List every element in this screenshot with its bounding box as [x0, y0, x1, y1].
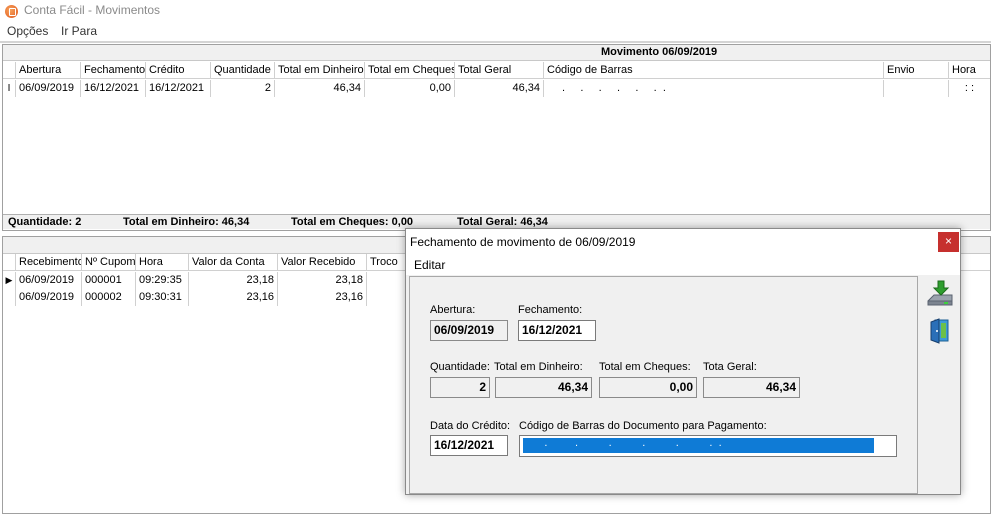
- cell-quantidade[interactable]: 2: [211, 80, 275, 97]
- row-edit-indicator: I: [3, 80, 16, 97]
- exit-door-icon: [930, 318, 949, 344]
- col-abertura[interactable]: Abertura: [16, 62, 81, 79]
- cell-total-dinheiro[interactable]: 46,34: [275, 80, 365, 97]
- summary-dinheiro: Total em Dinheiro: 46,34: [123, 216, 250, 228]
- save-icon: [927, 280, 953, 306]
- fechamento-field[interactable]: 16/12/2021: [518, 320, 596, 341]
- close-button[interactable]: ×: [938, 232, 959, 252]
- barcode-selected-text: . . . . . . .: [523, 438, 874, 453]
- cell-recebimento[interactable]: 06/09/2019: [16, 289, 82, 306]
- current-row-indicator-icon: ▶: [3, 272, 16, 289]
- cell-valor-recebido[interactable]: 23,16: [278, 289, 367, 306]
- summary-cheques: Total em Cheques: 0,00: [291, 216, 414, 228]
- title-bar: Conta Fácil - Movimentos: [0, 0, 991, 22]
- col-valor-recebido[interactable]: Valor Recebido: [278, 254, 367, 271]
- summary-quantidade: Quantidade: 2: [8, 216, 82, 228]
- col-quantidade[interactable]: Quantidade: [211, 62, 275, 79]
- header-indicator-cell: [3, 62, 16, 79]
- col-hora[interactable]: Hora: [136, 254, 189, 271]
- cell-recebimento[interactable]: 06/09/2019: [16, 272, 82, 289]
- cell-num-cupom[interactable]: 000001: [82, 272, 136, 289]
- movimento-caption-text: Movimento 06/09/2019: [601, 46, 718, 58]
- menu-bar: Opções Ir Para: [0, 22, 991, 41]
- cell-valor-conta[interactable]: 23,16: [189, 289, 278, 306]
- dialog-title: Fechamento de movimento de 06/09/2019: [410, 235, 636, 249]
- cell-envio[interactable]: [884, 80, 949, 97]
- movimento-header: Abertura Fechamento Crédito Quantidade T…: [3, 62, 990, 79]
- summary-geral: Total Geral: 46,34: [457, 216, 548, 228]
- col-recebimento[interactable]: Recebimento: [16, 254, 82, 271]
- col-total-dinheiro[interactable]: Total em Dinheiro: [275, 62, 365, 79]
- menu-ir-para[interactable]: Ir Para: [61, 24, 97, 38]
- menu-editar[interactable]: Editar: [414, 258, 445, 272]
- credito-label: Data do Crédito:: [430, 420, 511, 432]
- col-fechamento[interactable]: Fechamento: [81, 62, 146, 79]
- fechamento-label: Fechamento:: [518, 304, 583, 316]
- cell-hora[interactable]: 09:29:35: [136, 272, 189, 289]
- cell-abertura[interactable]: 06/09/2019: [16, 80, 81, 97]
- fechamento-dialog: Fechamento de movimento de 06/09/2019 × …: [405, 228, 961, 495]
- col-codigo-barras[interactable]: Código de Barras: [544, 62, 884, 79]
- dialog-menu-bar: Editar: [406, 255, 960, 275]
- col-total-geral[interactable]: Total Geral: [455, 62, 544, 79]
- summary-bar: Quantidade: 2 Total em Dinheiro: 46,34 T…: [3, 214, 990, 229]
- dialog-title-bar: Fechamento de movimento de 06/09/2019 ×: [406, 229, 960, 255]
- header-indicator-cell: [3, 254, 16, 271]
- row-indicator: [3, 289, 16, 306]
- table-row[interactable]: I 06/09/2019 16/12/2021 16/12/2021 2 46,…: [3, 80, 990, 97]
- data-credito-field[interactable]: 16/12/2021: [430, 435, 508, 456]
- cell-total-cheques[interactable]: 0,00: [365, 80, 455, 97]
- save-button[interactable]: [924, 279, 954, 309]
- dialog-form-panel: Abertura: 06/09/2019 Fechamento: 16/12/2…: [409, 276, 918, 494]
- cheques-field: 0,00: [599, 377, 697, 398]
- window-title: Conta Fácil - Movimentos: [24, 3, 161, 17]
- cell-troco[interactable]: [367, 289, 409, 306]
- app-logo-icon: [5, 5, 18, 18]
- movimento-caption: Movimento 06/09/2019: [3, 45, 990, 61]
- dinheiro-field: 46,34: [495, 377, 592, 398]
- cell-total-geral[interactable]: 46,34: [455, 80, 544, 97]
- geral-field: 46,34: [703, 377, 800, 398]
- quantidade-field: 2: [430, 377, 490, 398]
- cell-credito[interactable]: 16/12/2021: [146, 80, 211, 97]
- quantidade-label: Quantidade:: [430, 361, 490, 373]
- cell-valor-conta[interactable]: 23,18: [189, 272, 278, 289]
- abertura-label: Abertura:: [430, 304, 476, 316]
- barcode-input[interactable]: . . . . . . .: [519, 435, 897, 457]
- cell-codigo-barras[interactable]: . . . . . . .: [544, 80, 884, 97]
- menu-opcoes[interactable]: Opções: [7, 24, 48, 38]
- movimento-grid: Movimento 06/09/2019 Abertura Fechamento…: [2, 44, 991, 231]
- cell-troco[interactable]: [367, 272, 409, 289]
- col-total-cheques[interactable]: Total em Cheques: [365, 62, 455, 79]
- cell-valor-recebido[interactable]: 23,18: [278, 272, 367, 289]
- barcode-label: Código de Barras do Documento para Pagam…: [519, 420, 767, 432]
- col-num-cupom[interactable]: Nº Cupom: [82, 254, 136, 271]
- col-valor-conta[interactable]: Valor da Conta: [189, 254, 278, 271]
- separator: [0, 41, 991, 43]
- col-credito[interactable]: Crédito: [146, 62, 211, 79]
- abertura-field: 06/09/2019: [430, 320, 508, 341]
- cheques-label: Total em Cheques:: [599, 361, 691, 373]
- cell-hora[interactable]: 09:30:31: [136, 289, 189, 306]
- col-envio[interactable]: Envio: [884, 62, 949, 79]
- exit-button[interactable]: [927, 317, 957, 347]
- col-hora[interactable]: Hora: [949, 62, 990, 79]
- cell-hora[interactable]: : :: [949, 80, 990, 97]
- cell-fechamento[interactable]: 16/12/2021: [81, 80, 146, 97]
- geral-label: Tota Geral:: [703, 361, 757, 373]
- cell-num-cupom[interactable]: 000002: [82, 289, 136, 306]
- dinheiro-label: Total em Dinheiro:: [494, 361, 583, 373]
